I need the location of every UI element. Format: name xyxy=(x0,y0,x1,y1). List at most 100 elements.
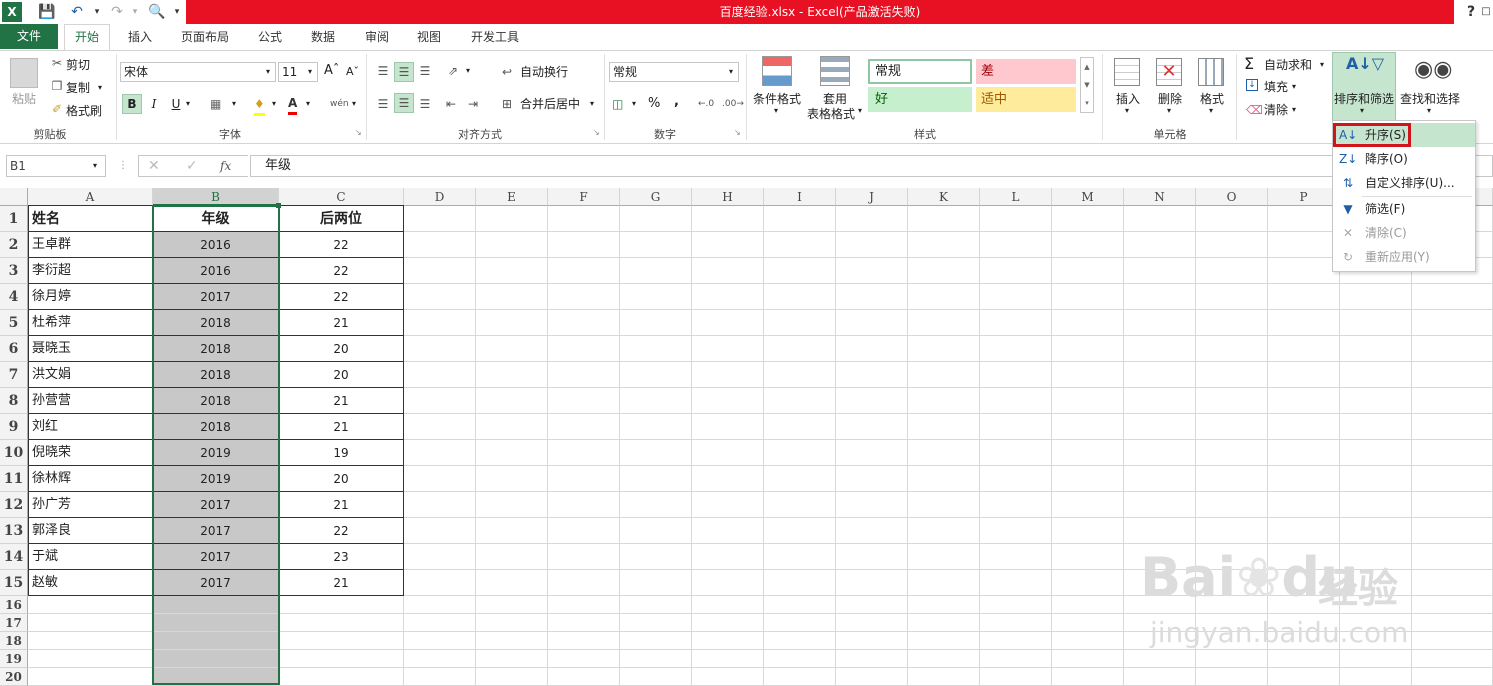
cell[interactable] xyxy=(404,668,476,686)
sort-filter-button[interactable]: 排序和筛选 xyxy=(1332,90,1396,107)
cell[interactable] xyxy=(548,414,620,440)
cell[interactable] xyxy=(1196,492,1268,518)
cell[interactable] xyxy=(836,492,908,518)
cell[interactable]: 2018 xyxy=(153,362,279,388)
cell[interactable] xyxy=(1196,232,1268,258)
cell[interactable] xyxy=(548,650,620,668)
insert-dropdown-icon[interactable]: ▾ xyxy=(1125,106,1129,115)
paste-button[interactable]: 粘贴 xyxy=(4,90,44,107)
cell[interactable] xyxy=(476,440,548,466)
cell[interactable] xyxy=(1124,258,1196,284)
increase-indent-icon[interactable]: ⇥ xyxy=(468,94,478,114)
cell[interactable] xyxy=(476,614,548,632)
column-header[interactable]: G xyxy=(620,188,692,206)
cell[interactable] xyxy=(28,596,153,614)
column-header[interactable]: E xyxy=(476,188,548,206)
cell[interactable]: 2017 xyxy=(153,492,279,518)
find-select-button[interactable]: 查找和选择 xyxy=(1398,90,1462,107)
cell[interactable] xyxy=(980,310,1052,336)
cell[interactable] xyxy=(620,632,692,650)
cell[interactable] xyxy=(404,466,476,492)
cell[interactable] xyxy=(1268,492,1340,518)
cell[interactable] xyxy=(1268,414,1340,440)
cell[interactable] xyxy=(1412,668,1493,686)
cell[interactable] xyxy=(1340,336,1412,362)
cell[interactable]: 孙广芳 xyxy=(28,492,153,518)
cell[interactable] xyxy=(908,466,980,492)
formula-input[interactable]: 年级 xyxy=(250,155,1493,177)
cell[interactable] xyxy=(836,596,908,614)
cell[interactable] xyxy=(692,440,764,466)
row-header[interactable]: 8 xyxy=(0,388,28,414)
cell[interactable] xyxy=(1340,668,1412,686)
row-header[interactable]: 13 xyxy=(0,518,28,544)
align-right-icon[interactable]: ☰ xyxy=(416,94,434,114)
cell[interactable] xyxy=(836,614,908,632)
tab-data[interactable]: 数据 xyxy=(302,24,344,50)
cell[interactable] xyxy=(1052,206,1124,232)
align-bottom-icon[interactable]: ☰ xyxy=(416,62,434,80)
cell[interactable] xyxy=(1196,310,1268,336)
format-as-table-dropdown-icon[interactable]: ▾ xyxy=(858,106,862,115)
cell[interactable] xyxy=(1412,284,1493,310)
grow-font-icon[interactable]: Aˆ xyxy=(324,63,339,78)
styles-scroll[interactable]: ▲ ▼ ▾ xyxy=(1080,57,1094,113)
cell[interactable]: 2016 xyxy=(153,258,279,284)
cell[interactable] xyxy=(476,632,548,650)
insert-button[interactable]: 插入 xyxy=(1108,90,1148,107)
help-icon[interactable]: ? xyxy=(1460,2,1482,22)
style-normal[interactable]: 常规 xyxy=(868,59,972,84)
cell[interactable] xyxy=(980,388,1052,414)
number-format-select[interactable]: 常规 xyxy=(609,62,739,82)
cell[interactable] xyxy=(764,258,836,284)
cell[interactable] xyxy=(1196,650,1268,668)
style-neutral[interactable]: 适中 xyxy=(976,87,1076,112)
cell[interactable] xyxy=(153,668,279,686)
cell[interactable] xyxy=(1196,206,1268,232)
cell[interactable] xyxy=(548,440,620,466)
cell[interactable] xyxy=(836,362,908,388)
cell[interactable] xyxy=(1052,310,1124,336)
decrease-decimal-icon[interactable]: .00→ xyxy=(722,94,744,114)
cell[interactable] xyxy=(764,466,836,492)
phonetic-icon[interactable]: wén xyxy=(330,94,349,114)
save-icon[interactable]: 💾 xyxy=(36,2,58,22)
cell[interactable] xyxy=(1268,284,1340,310)
style-bad[interactable]: 差 xyxy=(976,59,1076,84)
cell[interactable] xyxy=(404,650,476,668)
cell[interactable]: 21 xyxy=(279,414,404,440)
cell[interactable] xyxy=(980,570,1052,596)
cell[interactable] xyxy=(404,258,476,284)
cell[interactable] xyxy=(1340,650,1412,668)
cell[interactable] xyxy=(1412,596,1493,614)
cell[interactable] xyxy=(764,284,836,310)
cell[interactable] xyxy=(692,544,764,570)
menu-item-clear-filter[interactable]: ✕ 清除(C) xyxy=(1333,221,1475,245)
row-header[interactable]: 11 xyxy=(0,466,28,492)
cell[interactable] xyxy=(620,518,692,544)
cell[interactable] xyxy=(692,614,764,632)
cell[interactable] xyxy=(548,632,620,650)
cell[interactable] xyxy=(404,414,476,440)
cell[interactable] xyxy=(908,614,980,632)
cell[interactable] xyxy=(1268,232,1340,258)
number-format-dropdown-icon[interactable]: ▾ xyxy=(729,62,733,82)
cell[interactable] xyxy=(908,570,980,596)
row-header[interactable]: 9 xyxy=(0,414,28,440)
cell[interactable] xyxy=(908,492,980,518)
cell[interactable]: 21 xyxy=(279,570,404,596)
cell[interactable]: 2018 xyxy=(153,388,279,414)
cell[interactable] xyxy=(1196,336,1268,362)
cell[interactable] xyxy=(1340,414,1412,440)
cell[interactable] xyxy=(764,544,836,570)
cell[interactable]: 22 xyxy=(279,518,404,544)
cell[interactable] xyxy=(836,336,908,362)
cell[interactable] xyxy=(764,206,836,232)
cell[interactable]: 2019 xyxy=(153,466,279,492)
cell[interactable] xyxy=(548,258,620,284)
cell[interactable] xyxy=(1268,518,1340,544)
copy-button[interactable]: 复制 xyxy=(66,78,90,98)
cell[interactable] xyxy=(476,596,548,614)
name-box[interactable]: B1 xyxy=(6,155,106,177)
cell[interactable] xyxy=(980,232,1052,258)
